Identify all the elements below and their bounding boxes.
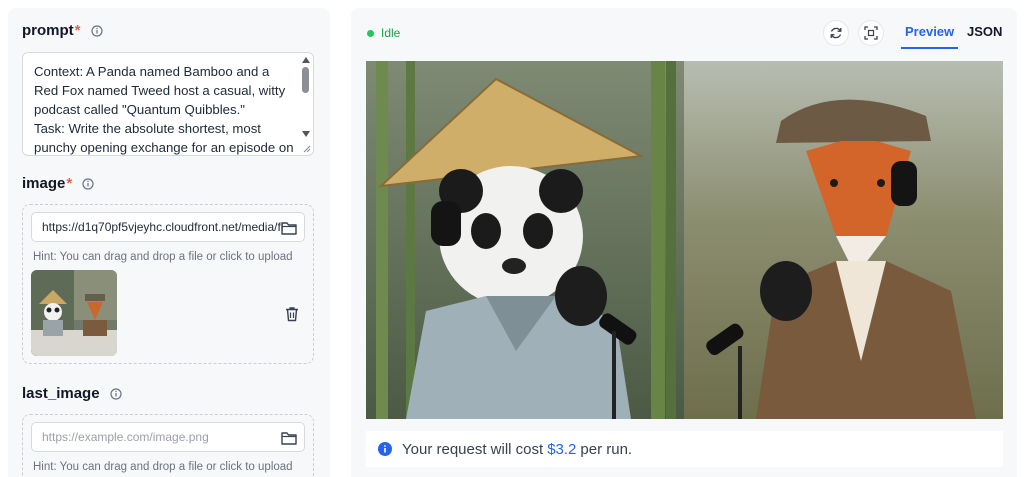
last-image-dropzone[interactable]: https://example.com/image.png Hint: You …: [22, 414, 314, 477]
refresh-icon: [830, 27, 842, 39]
resize-handle-icon[interactable]: [303, 145, 311, 153]
refresh-button[interactable]: [823, 20, 849, 46]
cost-suffix: per run.: [580, 440, 633, 458]
image-url-input[interactable]: https://d1q70pf5vjeyhc.cloudfront.net/me…: [31, 212, 305, 242]
prompt-text[interactable]: Context: A Panda named Bamboo and a Red …: [34, 62, 296, 155]
fullscreen-button[interactable]: [858, 20, 884, 46]
output-panel: Idle Preview JSON Your request will cost…: [351, 8, 1017, 477]
tab-preview[interactable]: Preview: [900, 24, 959, 49]
output-image: [366, 61, 1003, 419]
last-image-hint: Hint: You can drag and drop a file or cl…: [33, 461, 293, 473]
required-mark: *: [74, 22, 81, 39]
info-icon[interactable]: [109, 387, 122, 400]
last-image-label: last_image: [22, 385, 122, 402]
image-hint: Hint: You can drag and drop a file or cl…: [33, 251, 293, 263]
prompt-scrollbar[interactable]: [299, 53, 313, 155]
info-icon[interactable]: [82, 177, 94, 190]
cost-notice: Your request will cost $3.2 per run.: [366, 431, 1003, 467]
info-icon[interactable]: [90, 24, 103, 37]
scroll-up-icon[interactable]: [302, 57, 310, 63]
required-mark: *: [66, 175, 73, 192]
folder-icon[interactable]: [281, 431, 297, 445]
cost-price: $3.2: [547, 440, 577, 458]
scroll-down-icon[interactable]: [302, 131, 310, 137]
tab-json[interactable]: JSON: [967, 24, 1002, 39]
input-panel: prompt * Context: A Panda named Bamboo an…: [8, 8, 330, 477]
status-dot: [367, 29, 374, 37]
image-thumbnail: [31, 270, 117, 356]
image-label: image *: [22, 175, 94, 192]
prompt-label: prompt *: [22, 22, 103, 39]
folder-icon[interactable]: [281, 221, 297, 235]
last-image-url-input[interactable]: https://example.com/image.png: [31, 422, 305, 452]
trash-icon[interactable]: [285, 306, 299, 322]
prompt-textarea[interactable]: Context: A Panda named Bamboo and a Red …: [22, 52, 314, 156]
status-text: Idle: [381, 26, 401, 40]
scroll-thumb[interactable]: [302, 67, 309, 93]
image-dropzone[interactable]: https://d1q70pf5vjeyhc.cloudfront.net/me…: [22, 204, 314, 364]
cost-prefix: Your request will cost: [402, 440, 544, 458]
fullscreen-icon: [864, 26, 878, 40]
status-indicator: Idle: [367, 26, 400, 40]
info-icon: [378, 442, 392, 456]
